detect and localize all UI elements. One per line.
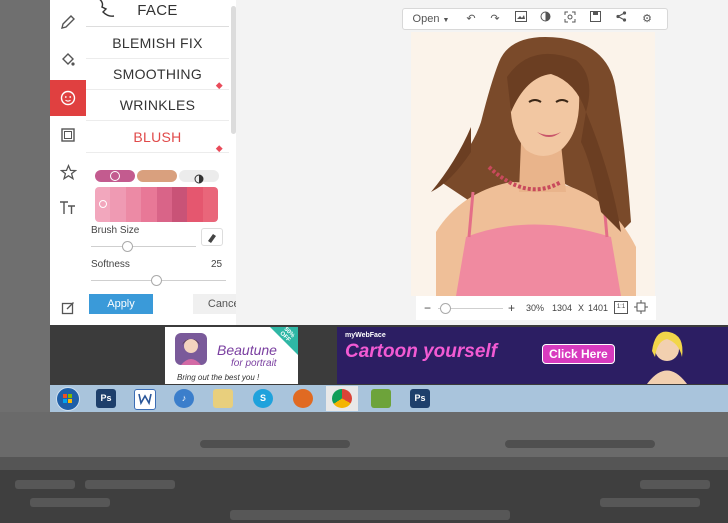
hinge-left: [200, 440, 350, 448]
zoom-knob[interactable]: [440, 303, 451, 314]
menu-item-smoothing[interactable]: SMOOTHING ◆: [86, 59, 229, 90]
skype-taskbar-icon[interactable]: S: [253, 389, 273, 408]
menu-item-face[interactable]: FACE: [86, 0, 229, 27]
menu-item-label: BLUSH: [133, 129, 182, 145]
undo-icon[interactable]: ↶: [461, 11, 481, 27]
color-mode-contrast[interactable]: [179, 170, 219, 184]
eraser-icon: [206, 231, 218, 249]
eraser-button[interactable]: [201, 228, 223, 246]
image-width: 1304: [552, 303, 573, 313]
mywebface-brand: myWebFace: [345, 332, 386, 339]
adjust-icon[interactable]: [535, 11, 555, 27]
selected-ring-icon: [110, 171, 120, 181]
star-icon[interactable]: [50, 154, 86, 190]
edit-external-icon[interactable]: [50, 290, 86, 326]
beautune-logo: [175, 333, 207, 365]
palette-swatch[interactable]: [187, 187, 203, 222]
palette-swatch[interactable]: [95, 187, 111, 222]
paint-bucket-icon[interactable]: [50, 42, 86, 78]
brush-size-label: Brush Size: [91, 225, 140, 236]
photoshop-taskbar-icon[interactable]: Ps: [96, 389, 116, 408]
color-mode-pink[interactable]: [95, 170, 135, 182]
menu-item-blemish-fix[interactable]: BLEMISH FIX: [86, 28, 229, 59]
fit-screen-icon[interactable]: [634, 300, 648, 316]
softness-knob[interactable]: [151, 275, 162, 286]
menu-item-wrinkles[interactable]: WRINKLES: [86, 90, 229, 121]
crop-screen-icon[interactable]: [560, 11, 580, 27]
blush-color-palette[interactable]: [95, 187, 218, 222]
chrome-taskbar-icon[interactable]: [332, 389, 352, 408]
brush-size-knob[interactable]: [122, 241, 133, 252]
brush-size-track[interactable]: [91, 246, 196, 247]
zoom-in-button[interactable]: +: [508, 301, 515, 315]
palette-swatch[interactable]: [110, 187, 126, 222]
face-tool-icon[interactable]: [50, 80, 86, 116]
ad-strip: Beautune for portrait Bring out the best…: [50, 325, 728, 385]
palette-swatch[interactable]: [156, 187, 172, 222]
laptop-keyboard: [0, 470, 728, 523]
menu-item-label: WRINKLES: [119, 97, 196, 113]
menu-item-label: BLEMISH FIX: [112, 35, 203, 51]
premium-gem-icon: ◆: [215, 143, 223, 153]
menu-item-blush[interactable]: BLUSH ◆: [86, 122, 229, 153]
palette-swatch[interactable]: [171, 187, 188, 222]
mywebface-ad[interactable]: myWebFace Cartoon yourself Click Here: [337, 327, 728, 384]
firefox-taskbar-icon[interactable]: [293, 389, 313, 408]
palette-swatch[interactable]: [141, 187, 157, 222]
beautune-title: Beautune: [217, 342, 277, 358]
face-profile-icon: [94, 0, 116, 31]
photoshop-taskbar-icon-2[interactable]: Ps: [410, 389, 430, 408]
beautune-tagline: Bring out the best you !: [177, 373, 260, 382]
edited-photo[interactable]: [411, 32, 655, 296]
face-menu-panel: FACE BLEMISH FIX SMOOTHING ◆ WRINKLES BL…: [86, 0, 257, 325]
hinge-right: [505, 440, 655, 448]
bezel-bottom: [0, 412, 728, 457]
pencil-icon[interactable]: [50, 4, 86, 40]
share-icon[interactable]: [611, 11, 631, 27]
itunes-taskbar-icon[interactable]: ♪: [174, 389, 194, 408]
zoom-percent: 30%: [526, 303, 545, 313]
chevron-down-icon: ▼: [442, 17, 450, 24]
text-tool-icon[interactable]: [50, 190, 86, 226]
screen: FACE BLEMISH FIX SMOOTHING ◆ WRINKLES BL…: [50, 0, 728, 412]
color-mode-skin[interactable]: [137, 170, 177, 182]
bezel-left: [0, 0, 50, 412]
beautune-subtitle: for portrait: [231, 358, 277, 369]
open-label: Open: [412, 13, 440, 25]
image-height: 1401: [588, 303, 609, 313]
apply-button[interactable]: Apply: [89, 294, 153, 314]
selected-ring-icon: [99, 200, 107, 208]
dimension-separator: X: [578, 303, 585, 313]
menu-item-label: SMOOTHING: [112, 66, 203, 82]
cartoon-woman-image: [637, 327, 697, 384]
discount-badge-text: 50% OFF: [278, 326, 296, 344]
redo-icon[interactable]: ↷: [485, 11, 505, 27]
zoom-out-button[interactable]: −: [424, 301, 431, 315]
actual-size-button[interactable]: 1:1: [614, 301, 628, 314]
windows-taskbar: Ps ♪ S Ps: [50, 385, 728, 412]
zoom-bar: − + 30% 1304 X 1401 1:1: [416, 296, 656, 320]
editor-toolbar: Open ▼ ↶ ↷ ⚙: [402, 8, 668, 30]
photo-app-taskbar-icon[interactable]: [371, 389, 391, 408]
tool-column: [50, 0, 87, 325]
frame-icon[interactable]: [50, 117, 86, 153]
softness-value: 25: [211, 259, 223, 270]
mywebface-headline: Cartoon yourself: [345, 341, 498, 362]
menu-item-label: FACE: [137, 2, 178, 19]
settings-gear-icon[interactable]: ⚙: [637, 11, 657, 27]
open-dropdown[interactable]: Open ▼: [409, 11, 453, 27]
palette-swatch[interactable]: [125, 187, 142, 222]
windows-start-icon[interactable]: [56, 387, 80, 411]
word-taskbar-icon[interactable]: [134, 389, 156, 410]
save-icon[interactable]: [585, 11, 605, 27]
click-here-button[interactable]: Click Here: [542, 344, 615, 364]
beautune-ad[interactable]: Beautune for portrait Bring out the best…: [165, 327, 298, 384]
palette-swatch[interactable]: [202, 187, 218, 222]
file-explorer-taskbar-icon[interactable]: [213, 389, 233, 408]
softness-label: Softness: [91, 259, 130, 270]
image-icon[interactable]: [511, 11, 531, 27]
